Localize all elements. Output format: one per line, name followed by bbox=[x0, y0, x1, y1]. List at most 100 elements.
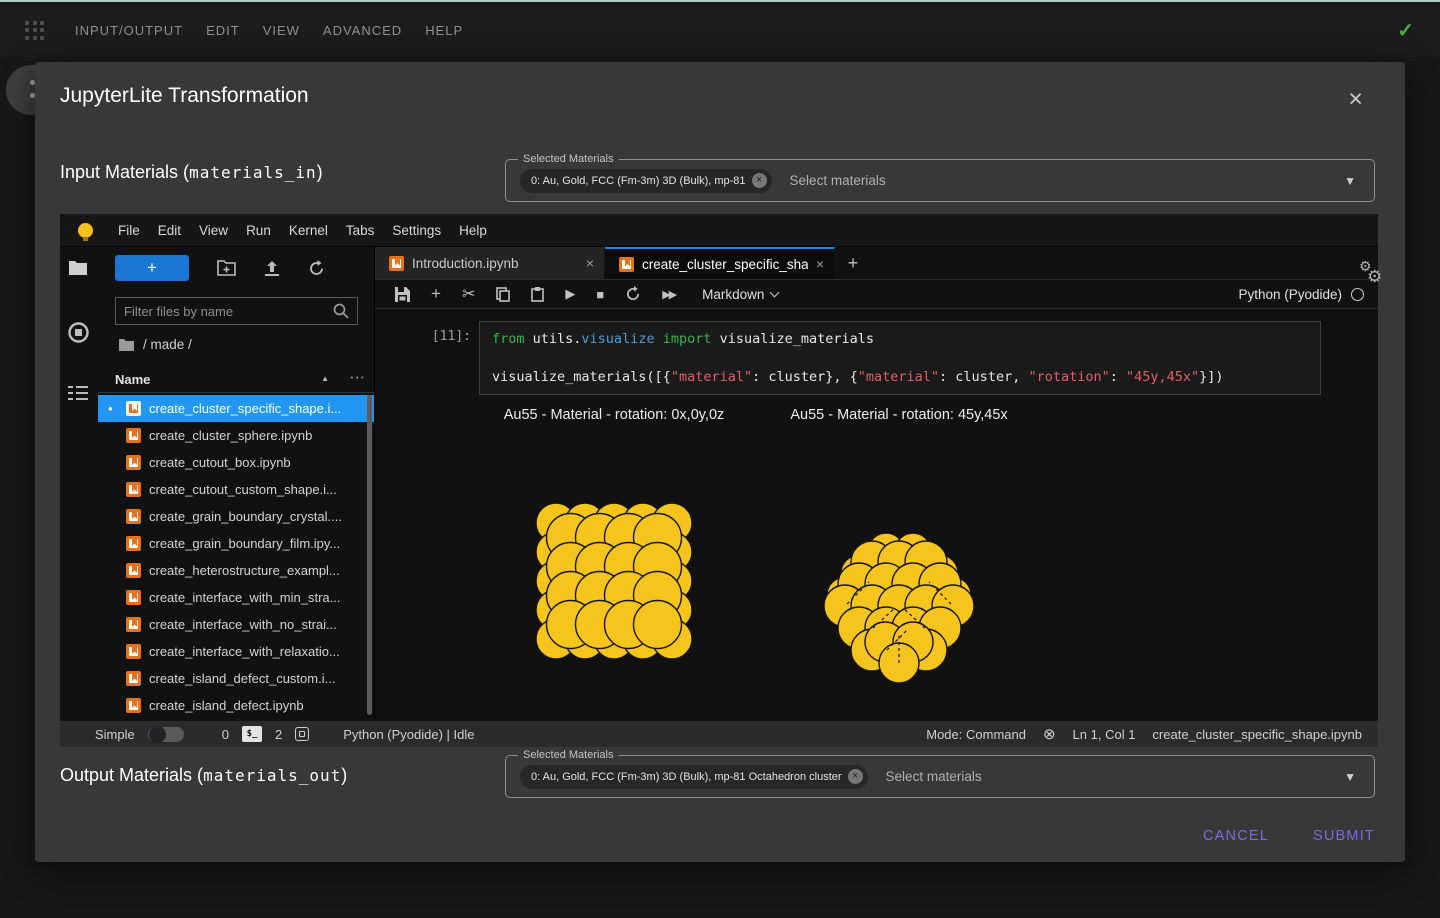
running-kernels-icon[interactable] bbox=[68, 322, 89, 343]
kernel-picker[interactable]: Python (Pyodide) bbox=[1238, 287, 1364, 302]
file-list-item[interactable]: create_interface_with_relaxatio... bbox=[98, 638, 374, 665]
jupyter-menu-item-tabs[interactable]: Tabs bbox=[346, 223, 375, 238]
file-list-item[interactable]: create_island_defect_custom.i... bbox=[98, 665, 374, 692]
stop-icon[interactable]: ■ bbox=[596, 287, 604, 302]
jupyter-menu-bar: File Edit View Run Kernel Tabs Settings Help bbox=[60, 214, 1378, 247]
top-menu-item-view[interactable]: VIEW bbox=[263, 23, 300, 38]
file-list-item[interactable]: create_heterostructure_exampl... bbox=[98, 557, 374, 584]
kernels-count[interactable]: 2 bbox=[275, 727, 282, 742]
terminal-icon: $_ bbox=[242, 726, 262, 742]
screen: INPUT/OUTPUTEDITVIEWADVANCEDHELP ✓ Jupyt… bbox=[0, 0, 1440, 918]
settings-gears-icon[interactable]: ⚙⚙ bbox=[1357, 260, 1387, 290]
file-list-item[interactable]: create_grain_boundary_film.ipy... bbox=[98, 530, 374, 557]
cancel-button[interactable]: CANCEL bbox=[1203, 828, 1269, 844]
chip-remove-icon[interactable]: × bbox=[848, 769, 863, 784]
notebook-file-icon bbox=[126, 455, 141, 470]
input-material-chip[interactable]: 0: Au, Gold, FCC (Fm-3m) 3D (Bulk), mp-8… bbox=[520, 169, 772, 193]
jupyter-menu: File Edit View Run Kernel Tabs Settings Help bbox=[118, 223, 487, 238]
output-material-chip[interactable]: 0: Au, Gold, FCC (Fm-3m) 3D (Bulk), mp-8… bbox=[520, 765, 868, 789]
run-icon[interactable]: ▶ bbox=[565, 286, 575, 302]
tab-close-icon[interactable]: × bbox=[816, 256, 824, 272]
dropdown-caret-icon[interactable]: ▼ bbox=[1344, 174, 1356, 188]
file-name: create_interface_with_relaxatio... bbox=[149, 644, 340, 659]
dropdown-caret-icon[interactable]: ▼ bbox=[1344, 770, 1356, 784]
upload-icon[interactable] bbox=[264, 260, 280, 276]
selected-materials-legend: Selected Materials bbox=[518, 153, 619, 165]
file-list-item[interactable]: create_grain_boundary_crystal.... bbox=[98, 503, 374, 530]
notebook-file-icon bbox=[126, 401, 141, 416]
file-list-item[interactable]: create_cluster_specific_shape.i... bbox=[98, 395, 374, 422]
apps-grid-icon[interactable] bbox=[25, 21, 45, 41]
jupyter-menu-item-kernel[interactable]: Kernel bbox=[289, 223, 328, 238]
jupyter-menu-item-view[interactable]: View bbox=[199, 223, 228, 238]
code-cell[interactable]: from utils.visualize import visualize_ma… bbox=[479, 321, 1321, 395]
save-icon[interactable] bbox=[395, 287, 410, 302]
top-menu-item-edit[interactable]: EDIT bbox=[206, 23, 240, 38]
input-selected-materials-field[interactable]: Selected Materials 0: Au, Gold, FCC (Fm-… bbox=[505, 159, 1375, 202]
file-browser-toolbar: + bbox=[98, 254, 374, 282]
breadcrumb[interactable]: / made / bbox=[118, 337, 192, 352]
file-list-item[interactable]: create_cluster_sphere.ipynb bbox=[98, 422, 374, 449]
dialog-close-icon[interactable]: × bbox=[1348, 88, 1363, 110]
run-all-icon[interactable]: ▶▶ bbox=[662, 288, 675, 301]
new-folder-icon[interactable] bbox=[217, 260, 236, 276]
restart-kernel-icon[interactable] bbox=[625, 286, 641, 302]
output-selected-materials-field[interactable]: Selected Materials 0: Au, Gold, FCC (Fm-… bbox=[505, 755, 1375, 798]
notebook-file-icon bbox=[126, 590, 141, 605]
top-menu-item-help[interactable]: HELP bbox=[425, 23, 463, 38]
notebook-file-icon bbox=[126, 644, 141, 659]
file-name: create_interface_with_no_strai... bbox=[149, 617, 337, 632]
top-menu-item-advanced[interactable]: ADVANCED bbox=[323, 23, 402, 38]
paste-icon[interactable] bbox=[531, 287, 544, 302]
file-name: create_grain_boundary_crystal.... bbox=[149, 509, 342, 524]
tab-close-icon[interactable]: × bbox=[586, 255, 594, 271]
file-list-header[interactable]: Name ▲ ··· bbox=[98, 367, 374, 393]
new-launcher-button[interactable]: + bbox=[115, 255, 189, 281]
submit-button[interactable]: SUBMIT bbox=[1313, 828, 1375, 844]
notebook-tab[interactable]: Introduction.ipynb× bbox=[375, 247, 605, 279]
jupyter-menu-item-edit[interactable]: Edit bbox=[158, 223, 181, 238]
notebook-content: [11]: from utils.visualize import visual… bbox=[375, 309, 1378, 720]
chip-label: 0: Au, Gold, FCC (Fm-3m) 3D (Bulk), mp-8… bbox=[531, 771, 842, 783]
chip-label: 0: Au, Gold, FCC (Fm-3m) 3D (Bulk), mp-8… bbox=[531, 175, 746, 187]
filter-files-input[interactable]: Filter files by name bbox=[115, 297, 358, 325]
file-list-item[interactable]: create_cutout_box.ipynb bbox=[98, 449, 374, 476]
file-list-scrollbar[interactable] bbox=[367, 395, 372, 715]
simple-label: Simple bbox=[95, 727, 135, 742]
more-columns-icon: ··· bbox=[350, 370, 366, 385]
kernel-status-text[interactable]: Python (Pyodide) | Idle bbox=[343, 727, 474, 742]
file-browser-icon[interactable] bbox=[68, 259, 88, 276]
refresh-icon[interactable] bbox=[308, 260, 325, 277]
copy-icon[interactable] bbox=[496, 287, 510, 302]
notebook-file-icon bbox=[126, 482, 141, 497]
jupyter-menu-item-settings[interactable]: Settings bbox=[392, 223, 441, 238]
table-of-contents-icon[interactable] bbox=[68, 385, 88, 401]
top-menu-bar: INPUT/OUTPUTEDITVIEWADVANCEDHELP ✓ bbox=[0, 4, 1440, 57]
jupyter-frame: File Edit View Run Kernel Tabs Settings Help + bbox=[60, 214, 1378, 747]
jupyter-menu-item-file[interactable]: File bbox=[118, 223, 140, 238]
top-menu-item-input-output[interactable]: INPUT/OUTPUT bbox=[75, 23, 183, 38]
file-list-item[interactable]: create_island_defect.ipynb bbox=[98, 692, 374, 719]
terminals-count[interactable]: 0 bbox=[222, 727, 229, 742]
output-materials-label: Output Materials (materials_out) bbox=[60, 765, 347, 786]
file-list-item[interactable]: create_cutout_custom_shape.i... bbox=[98, 476, 374, 503]
notebook-file-icon bbox=[126, 428, 141, 443]
chip-remove-icon[interactable]: × bbox=[752, 173, 767, 188]
file-name: create_grain_boundary_film.ipy... bbox=[149, 536, 340, 551]
notebook-tab[interactable]: create_cluster_specific_sha× bbox=[605, 247, 835, 279]
jupyter-menu-item-run[interactable]: Run bbox=[246, 223, 271, 238]
notebook-file-icon bbox=[619, 257, 634, 272]
chevron-down-icon bbox=[770, 287, 780, 297]
cut-icon[interactable]: ✂ bbox=[462, 284, 475, 304]
add-cell-icon[interactable]: + bbox=[431, 284, 441, 304]
simple-toggle[interactable] bbox=[148, 727, 184, 742]
jupyterlite-logo-icon bbox=[78, 223, 93, 238]
file-list-item[interactable]: create_interface_with_no_strai... bbox=[98, 611, 374, 638]
select-materials-placeholder: Select materials bbox=[886, 769, 1345, 784]
input-materials-label: Input Materials (materials_in) bbox=[60, 162, 323, 183]
file-list-item[interactable]: create_interface_with_min_stra... bbox=[98, 584, 374, 611]
new-tab-button[interactable]: + bbox=[835, 247, 871, 279]
cell-type-dropdown[interactable]: Markdown bbox=[702, 287, 778, 302]
status-bar: Simple 0 $_ 2 Python (Pyodide) | Idle Mo… bbox=[60, 720, 1378, 747]
jupyter-menu-item-help[interactable]: Help bbox=[459, 223, 487, 238]
